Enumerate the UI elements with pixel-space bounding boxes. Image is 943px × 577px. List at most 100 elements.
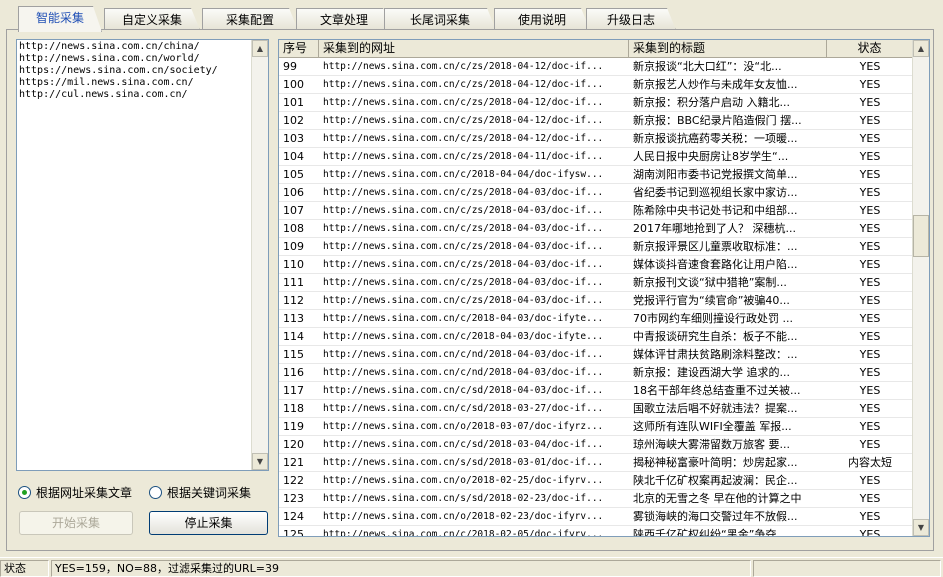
table-scrollbar[interactable]: ▲ ▼ (912, 40, 929, 536)
cell-url: http://news.sina.com.cn/c/zs/2018-04-03/… (323, 277, 604, 288)
table-row[interactable]: 111 http://news.sina.com.cn/c/zs/2018-04-… (279, 274, 913, 292)
radio-dot-icon (149, 485, 162, 499)
scroll-up-arrow-icon[interactable]: ▲ (913, 40, 929, 57)
cell-index: 100 (283, 78, 304, 91)
table-row[interactable]: 125 http://news.sina.com.cn/c/2018-02-05/… (279, 526, 913, 536)
cell-index: 121 (283, 456, 304, 469)
cell-index: 120 (283, 438, 304, 451)
column-header-index[interactable]: 序号 (279, 40, 319, 58)
cell-index: 101 (283, 96, 304, 109)
column-header-title[interactable]: 采集到的标题 (629, 40, 827, 58)
cell-index: 99 (283, 60, 297, 73)
scroll-up-arrow-icon[interactable]: ▲ (252, 40, 268, 57)
tab-smart-collect[interactable]: 智能采集 (18, 6, 102, 32)
cell-index: 117 (283, 384, 304, 397)
tab-collect-config[interactable]: 采集配置 (202, 8, 298, 30)
cell-status: YES (859, 276, 881, 289)
cell-title: 新京报评景区儿童票收取标准：... (633, 240, 798, 253)
cell-url: http://news.sina.com.cn/c/zs/2018-04-03/… (323, 259, 604, 270)
scroll-down-arrow-icon[interactable]: ▼ (252, 453, 268, 470)
table-row[interactable]: 123 http://news.sina.com.cn/s/sd/2018-02-… (279, 490, 913, 508)
column-header-url[interactable]: 采集到的网址 (319, 40, 629, 58)
cell-status: YES (859, 96, 881, 109)
tab-instructions[interactable]: 使用说明 (494, 8, 590, 30)
cell-status: YES (859, 438, 881, 451)
cell-title: 18名干部年终总结查重不过关被... (633, 384, 801, 397)
radio-by-url[interactable]: 根据网址采集文章 (18, 484, 132, 500)
tab-article-process[interactable]: 文章处理 (296, 8, 392, 30)
cell-title: 北京的无雪之冬 早在他的计算之中 (633, 492, 802, 505)
cell-status: YES (859, 114, 881, 127)
cell-status: YES (859, 294, 881, 307)
cell-title: 陈希除中央书记处书记和中组部... (633, 204, 798, 217)
scroll-down-arrow-icon[interactable]: ▼ (913, 519, 929, 536)
cell-title: 新京报谈“北大口红”：没“北... (633, 60, 782, 73)
cell-title: 新京报：积分落户启动 入籍北... (633, 96, 790, 109)
table-row[interactable]: 105 http://news.sina.com.cn/c/2018-04-04/… (279, 166, 913, 184)
table-row[interactable]: 114 http://news.sina.com.cn/c/2018-04-03/… (279, 328, 913, 346)
cell-title: 揭秘神秘富豪叶简明：炒房起家... (633, 456, 798, 469)
table-header: 序号 采集到的网址 采集到的标题 状态 (279, 40, 913, 58)
table-row[interactable]: 115 http://news.sina.com.cn/c/nd/2018-04-… (279, 346, 913, 364)
table-row[interactable]: 104 http://news.sina.com.cn/c/zs/2018-04-… (279, 148, 913, 166)
table-row[interactable]: 118 http://news.sina.com.cn/c/sd/2018-03-… (279, 400, 913, 418)
table-row[interactable]: 109 http://news.sina.com.cn/c/zs/2018-04-… (279, 238, 913, 256)
table-row[interactable]: 113 http://news.sina.com.cn/c/2018-04-03/… (279, 310, 913, 328)
column-header-status[interactable]: 状态 (827, 40, 913, 58)
cell-url: http://news.sina.com.cn/c/zs/2018-04-12/… (323, 133, 604, 144)
cell-status: YES (859, 132, 881, 145)
table-row[interactable]: 103 http://news.sina.com.cn/c/zs/2018-04-… (279, 130, 913, 148)
table-row[interactable]: 100 http://news.sina.com.cn/c/zs/2018-04-… (279, 76, 913, 94)
cell-status: YES (859, 474, 881, 487)
table-row[interactable]: 121 http://news.sina.com.cn/s/sd/2018-03-… (279, 454, 913, 472)
table-row[interactable]: 110 http://news.sina.com.cn/c/zs/2018-04-… (279, 256, 913, 274)
cell-url: http://news.sina.com.cn/c/zs/2018-04-12/… (323, 115, 604, 126)
radio-dot-icon (18, 485, 31, 499)
cell-title: 新京报谈抗癌药零关税：一项暖... (633, 132, 798, 145)
url-list-scrollbar[interactable]: ▲ ▼ (251, 40, 268, 470)
cell-url: http://news.sina.com.cn/c/nd/2018-04-03/… (323, 349, 604, 360)
start-collect-button[interactable]: 开始采集 (19, 511, 133, 535)
table-row[interactable]: 102 http://news.sina.com.cn/c/zs/2018-04-… (279, 112, 913, 130)
cell-title: 湖南浏阳市委书记党报撰文简单... (633, 168, 798, 181)
table-row[interactable]: 108 http://news.sina.com.cn/c/zs/2018-04-… (279, 220, 913, 238)
cell-url: http://news.sina.com.cn/c/zs/2018-04-03/… (323, 187, 604, 198)
table-row[interactable]: 101 http://news.sina.com.cn/c/zs/2018-04-… (279, 94, 913, 112)
cell-url: http://news.sina.com.cn/c/zs/2018-04-03/… (323, 223, 604, 234)
table-row[interactable]: 116 http://news.sina.com.cn/c/nd/2018-04-… (279, 364, 913, 382)
cell-title: 陕北千亿矿权案再起波澜：民企... (633, 474, 798, 487)
table-row[interactable]: 112 http://news.sina.com.cn/c/zs/2018-04-… (279, 292, 913, 310)
cell-status: YES (859, 240, 881, 253)
table-row[interactable]: 124 http://news.sina.com.cn/o/2018-02-23/… (279, 508, 913, 526)
cell-title: 中青报谈研究生自杀：板子不能... (633, 330, 798, 343)
cell-url: http://news.sina.com.cn/c/zs/2018-04-03/… (323, 241, 604, 252)
cell-index: 118 (283, 402, 304, 415)
table-row[interactable]: 117 http://news.sina.com.cn/c/sd/2018-04-… (279, 382, 913, 400)
stop-collect-button[interactable]: 停止采集 (149, 511, 268, 535)
cell-index: 113 (283, 312, 304, 325)
tab-longtail-collect[interactable]: 长尾词采集 (384, 8, 496, 30)
cell-title: 媒体评甘肃扶贫路刷涂料整改：... (633, 348, 798, 361)
cell-title: 国歌立法后唱不好就违法？提案... (633, 402, 798, 415)
cell-title: 媒体谈抖音速食套路化让用户陷... (633, 258, 798, 271)
table-row[interactable]: 122 http://news.sina.com.cn/o/2018-02-25/… (279, 472, 913, 490)
cell-url: http://news.sina.com.cn/c/sd/2018-04-03/… (323, 385, 604, 396)
radio-by-keyword[interactable]: 根据关键词采集 (149, 484, 251, 500)
table-row[interactable]: 99 http://news.sina.com.cn/c/zs/2018-04-1… (279, 58, 913, 76)
url-list-lines: http://news.sina.com.cn/china/http://new… (19, 41, 250, 470)
cell-status: YES (859, 348, 881, 361)
table-row[interactable]: 106 http://news.sina.com.cn/c/zs/2018-04-… (279, 184, 913, 202)
table-row[interactable]: 107 http://news.sina.com.cn/c/zs/2018-04-… (279, 202, 913, 220)
status-label: 状态 (0, 560, 49, 577)
url-list-input[interactable]: http://news.sina.com.cn/china/http://new… (16, 39, 269, 471)
table-row[interactable]: 119 http://news.sina.com.cn/o/2018-03-07/… (279, 418, 913, 436)
cell-url: http://news.sina.com.cn/c/nd/2018-04-03/… (323, 367, 604, 378)
cell-url: http://news.sina.com.cn/c/zs/2018-04-11/… (323, 151, 604, 162)
cell-status: YES (859, 312, 881, 325)
cell-index: 102 (283, 114, 304, 127)
scroll-thumb[interactable] (913, 215, 929, 257)
tab-changelog[interactable]: 升级日志 (586, 8, 676, 30)
table-row[interactable]: 120 http://news.sina.com.cn/c/sd/2018-03-… (279, 436, 913, 454)
cell-url: http://news.sina.com.cn/c/sd/2018-03-04/… (323, 439, 604, 450)
tab-custom-collect[interactable]: 自定义采集 (104, 8, 200, 30)
